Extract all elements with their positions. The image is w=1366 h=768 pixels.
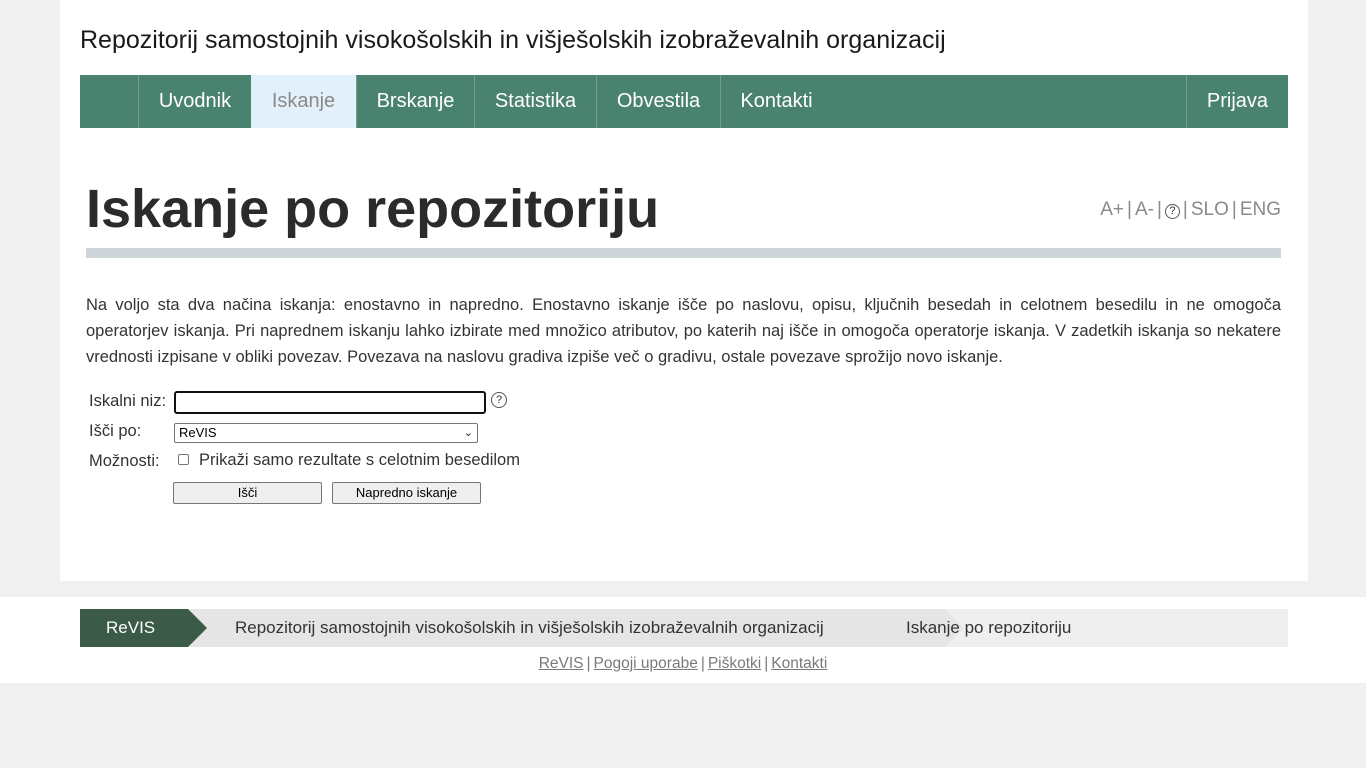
search-by-label: Išči po: <box>89 422 142 440</box>
breadcrumb-item-home[interactable]: ReVIS <box>80 609 188 647</box>
advanced-search-button[interactable]: Napredno iskanje <box>332 482 481 504</box>
breadcrumb-item-current: Iskanje po repozitoriju <box>906 618 1072 637</box>
options-label: Možnosti: <box>89 452 160 470</box>
language-slo-link[interactable]: SLO <box>1191 199 1229 220</box>
breadcrumb: Repozitorij samostojnih visokošolskih in… <box>80 609 1288 647</box>
breadcrumb-item-repository[interactable]: Repozitorij samostojnih visokošolskih in… <box>188 609 945 647</box>
nav-item-kontakti[interactable]: Kontakti <box>720 75 832 128</box>
search-input[interactable] <box>174 391 486 414</box>
fulltext-only-label: Prikaži samo rezultate s celotnim besedi… <box>199 451 520 469</box>
nav-item-iskanje[interactable]: Iskanje <box>251 75 356 128</box>
main-navigation: Uvodnik Iskanje Brskanje Statistika Obve… <box>80 75 1288 128</box>
tool-separator: | <box>1127 199 1132 220</box>
language-eng-link[interactable]: ENG <box>1240 199 1281 220</box>
tool-separator: | <box>1156 199 1162 220</box>
nav-item-brskanje[interactable]: Brskanje <box>356 75 474 128</box>
tool-separator: | <box>1231 199 1237 220</box>
help-icon[interactable]: ? <box>1164 204 1180 219</box>
nav-item-obvestila[interactable]: Obvestila <box>596 75 720 128</box>
fulltext-only-checkbox[interactable] <box>178 454 189 465</box>
tool-separator: | <box>1182 199 1188 220</box>
site-title: Repozitorij samostojnih visokošolskih in… <box>80 26 946 54</box>
breadcrumb-arrow <box>188 609 207 647</box>
footer-separator: | <box>700 655 705 672</box>
footer-link-terms[interactable]: Pogoji uporabe <box>594 655 698 672</box>
query-help-icon[interactable]: ? <box>491 392 507 408</box>
footer-link-cookies[interactable]: Piškotki <box>708 655 761 672</box>
title-divider <box>86 248 1281 258</box>
footer-link-revis[interactable]: ReVIS <box>539 655 584 672</box>
footer-separator: | <box>586 655 591 672</box>
footer-link-contacts[interactable]: Kontakti <box>771 655 827 672</box>
font-decrease-link[interactable]: A- <box>1135 199 1154 220</box>
intro-text: Na voljo sta dva načina iskanja: enostav… <box>86 296 1281 366</box>
login-link[interactable]: Prijava <box>1186 75 1288 128</box>
page-title: Iskanje po repozitoriju <box>86 179 660 239</box>
search-by-selected-value: ReVIS <box>179 425 217 440</box>
font-increase-link[interactable]: A+ <box>1100 199 1124 220</box>
search-button[interactable]: Išči <box>173 482 322 504</box>
chevron-down-icon: ⌄ <box>463 427 473 439</box>
footer-separator: | <box>764 655 769 672</box>
footer-links: ReVIS | Pogoji uporabe | Piškotki | Kontakti <box>0 655 1366 673</box>
nav-item-statistika[interactable]: Statistika <box>474 75 596 128</box>
search-by-select[interactable]: ReVIS ⌄ <box>174 423 478 443</box>
query-label: Iskalni niz: <box>89 392 167 410</box>
page-container: Repozitorij samostojnih visokošolskih in… <box>60 0 1308 581</box>
accessibility-tools: A+ | A- |? | SLO | ENG <box>1100 199 1281 221</box>
footer: Repozitorij samostojnih visokošolskih in… <box>0 597 1366 683</box>
nav-item-uvodnik[interactable]: Uvodnik <box>138 75 251 128</box>
